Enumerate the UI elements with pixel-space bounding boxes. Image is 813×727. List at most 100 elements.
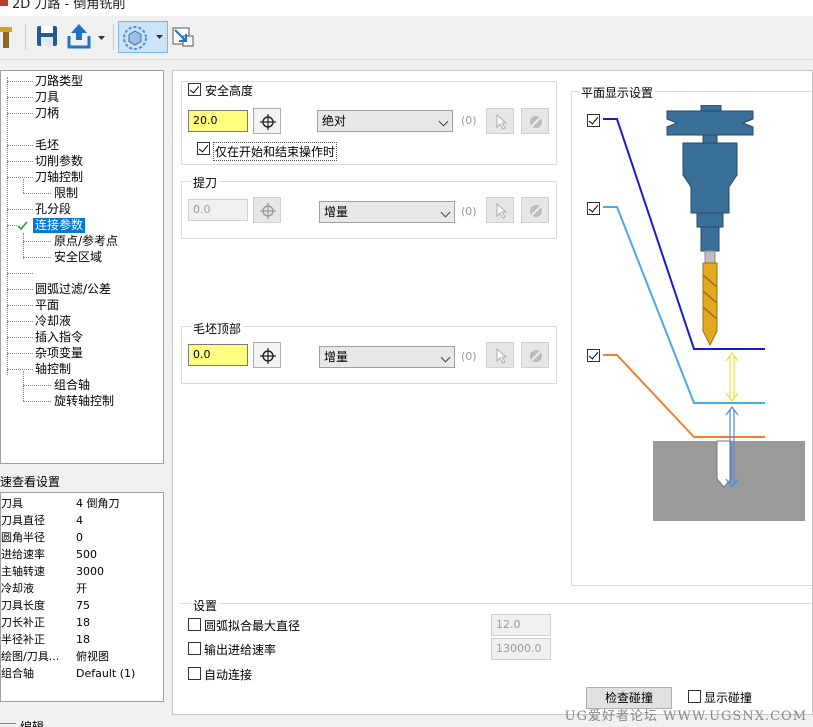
crosshair-icon: [260, 114, 276, 130]
show-stock-top-plane-checkbox[interactable]: [587, 349, 600, 362]
output-feed-input[interactable]: 13000.0: [491, 638, 551, 660]
stock-top-select-point-button[interactable]: [253, 342, 281, 368]
tool-icon[interactable]: [0, 22, 14, 52]
quickview-row: 冷却液开: [1, 582, 87, 595]
stock-top-clear-button[interactable]: [521, 342, 549, 368]
toolbar-separator: [113, 24, 114, 50]
quickview-panel: 刀具 4 倒角刀 刀具直径 4 圆角半径 0 进给速率 500 主轴转速 3000 冷却液…: [0, 492, 164, 702]
tree-item-stock[interactable]: 毛坯: [35, 138, 59, 153]
drilled-hole: [716, 440, 732, 488]
only-start-end-checkbox[interactable]: [197, 142, 210, 155]
arc-fit-checkbox[interactable]: [188, 618, 201, 631]
clear-icon: [530, 350, 542, 362]
stock-top-mode-select[interactable]: 增量: [319, 346, 455, 368]
show-clearance-plane-checkbox[interactable]: [587, 114, 600, 127]
export-icon[interactable]: [66, 22, 92, 52]
arc-fit-label: 圆弧拟合最大直径: [204, 619, 301, 633]
quickview-row: 刀具直径 4: [1, 514, 83, 527]
stock-top-label: 毛坯顶部: [191, 320, 244, 337]
tree-item-misc-values[interactable]: 杂项变量: [35, 346, 83, 361]
watermark: UG爱好者论坛 WWW.UGSNX.COM: [564, 709, 807, 724]
tree-item-safety-zone[interactable]: 安全区域: [54, 250, 102, 265]
retract-mode-select[interactable]: 增量: [319, 201, 455, 223]
tree-item-planes[interactable]: 平面: [35, 298, 59, 313]
save-icon[interactable]: [35, 22, 59, 52]
settings-label: 设置: [191, 597, 220, 614]
check-mark-icon: [17, 221, 28, 231]
clearance-select-point-button[interactable]: [253, 108, 281, 134]
tree-item-path-type[interactable]: 刀路类型: [35, 74, 83, 89]
retract-pick-button[interactable]: [486, 197, 514, 223]
clear-icon: [530, 116, 542, 128]
clearance-count: (0): [461, 114, 477, 127]
view-mode-button[interactable]: [118, 21, 168, 53]
clearance-clear-button[interactable]: [521, 108, 549, 134]
quickview-title: 速查看设置: [0, 475, 61, 489]
tree-item-axis-combination[interactable]: 组合轴: [54, 378, 90, 393]
quickview-row: 刀具 4 倒角刀: [1, 497, 120, 510]
quickview-row: 圆角半径 0: [1, 531, 83, 544]
show-collision-checkbox[interactable]: [688, 690, 701, 703]
tree-item-tool[interactable]: 刀具: [35, 90, 59, 105]
tree-item-arc-filter[interactable]: 圆弧过滤/公差: [35, 282, 111, 297]
cube-view-icon: [123, 26, 147, 50]
stock-top-plane-line: [603, 354, 765, 438]
clearance-label: 安全高度: [205, 84, 254, 98]
retract-count: (0): [461, 205, 477, 218]
title-bar: 2D 刀路 - 倒角铣削: [0, 0, 813, 16]
crosshair-icon: [260, 348, 276, 364]
arc-fit-input[interactable]: 12.0: [491, 614, 551, 636]
retract-label: 提刀: [191, 174, 220, 191]
tree-item-coolant[interactable]: 冷却液: [35, 314, 71, 329]
quickview-row: 绘图/刀具... 俯视图: [1, 650, 109, 663]
window-title: 2D 刀路 - 倒角铣削: [12, 0, 126, 12]
tree-item-rotary-axis[interactable]: 旋转轴控制: [54, 394, 114, 409]
tree-item-home-ref-point[interactable]: 原点/参考点: [54, 234, 118, 249]
arrow-to-corner-icon[interactable]: [171, 22, 195, 52]
linking-params-panel: 安全高度 20.0 绝对 (0) 仅在开始和结束操作时 提刀 0.0 增量 (0…: [172, 70, 813, 715]
quickview-row: 刀长补正 18: [1, 616, 90, 629]
clearance-input[interactable]: 20.0: [188, 110, 248, 132]
only-start-end-label: 仅在开始和结束操作时: [213, 142, 338, 161]
tree-item-cut-params[interactable]: 切削参数: [35, 154, 83, 169]
stock-top-pick-button[interactable]: [486, 342, 514, 368]
cursor-arrow-icon: [496, 203, 508, 219]
crosshair-icon: [260, 203, 276, 219]
tree-item-holder[interactable]: 刀柄: [35, 106, 59, 121]
app-icon: [0, 0, 8, 6]
tree-item-canned-text[interactable]: 插入指令: [35, 330, 83, 345]
output-feed-label: 输出进给速率: [204, 643, 277, 657]
show-collision-label: 显示碰撞: [704, 691, 753, 705]
parameter-tree: 刀路类型 刀具 刀柄 毛坯 切削参数 刀轴控制 限制 孔分段 连接参数 原点/参…: [0, 70, 164, 464]
stock-top-input[interactable]: 0.0: [188, 344, 248, 366]
holder-flange: [666, 110, 754, 136]
quickview-row: 刀具长度 75: [1, 599, 90, 612]
chevron-down-icon: [156, 35, 163, 39]
drill-bit: [702, 262, 718, 347]
clearance-checkbox[interactable]: [188, 83, 201, 96]
retract-select-point-button[interactable]: [253, 197, 281, 223]
holder-body: [682, 142, 738, 214]
cursor-arrow-icon: [496, 114, 508, 130]
stock-top-count: (0): [461, 350, 477, 363]
export-dropdown-icon[interactable]: [97, 22, 107, 52]
tree-item-limits[interactable]: 限制: [54, 186, 78, 201]
tree-item-axis-control[interactable]: 刀轴控制: [35, 170, 83, 185]
auto-link-checkbox[interactable]: [188, 667, 201, 680]
toolbar: [0, 16, 813, 60]
output-feed-checkbox[interactable]: [188, 642, 201, 655]
quickview-row: 进给速率 500: [1, 548, 97, 561]
clearance-pick-button[interactable]: [486, 108, 514, 134]
clearance-mode-select[interactable]: 绝对: [317, 110, 453, 132]
cursor-arrow-icon: [496, 348, 508, 364]
tree-item-axis-ctrl[interactable]: 轴控制: [35, 362, 71, 377]
tree-item-linking-params[interactable]: 连接参数: [33, 218, 86, 233]
retract-input[interactable]: 0.0: [188, 199, 248, 221]
retract-clear-button[interactable]: [521, 197, 549, 223]
clear-icon: [530, 205, 542, 217]
tree-item-hole-segment[interactable]: 孔分段: [35, 202, 71, 217]
quickview-row: 主轴转速 3000: [1, 565, 104, 578]
retract-plane-line: [603, 206, 765, 404]
plane-display-label: 平面显示设置: [579, 84, 656, 101]
show-retract-plane-checkbox[interactable]: [587, 202, 600, 215]
